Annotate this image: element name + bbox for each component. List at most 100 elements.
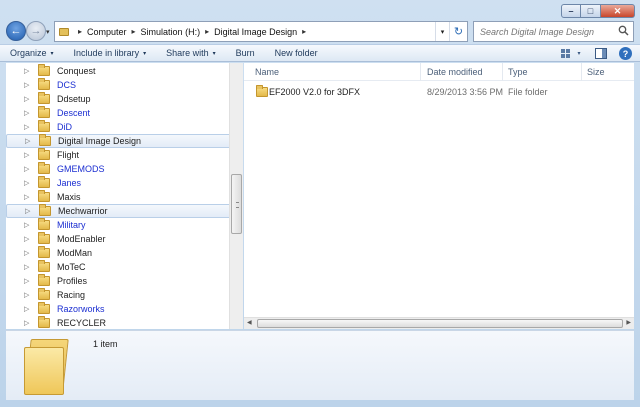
nav-tree-item[interactable]: ▷ GMEMODS (6, 162, 232, 176)
file-list-pane: Name Date modified Type Size EF2000 V2.0… (244, 63, 634, 329)
horizontal-scrollbar[interactable]: ◀ ▶ (244, 317, 634, 329)
nav-tree-item[interactable]: ▷ MoTeC (6, 260, 232, 274)
include-in-library-menu[interactable]: Include in library ▾ (74, 48, 147, 58)
breadcrumb-separator[interactable]: ▸ (78, 27, 82, 36)
navigation-scrollbar[interactable] (229, 63, 243, 329)
expand-arrow-icon[interactable]: ▷ (24, 263, 34, 271)
nav-tree-item[interactable]: ▷ DiD (6, 120, 232, 134)
scrollbar-thumb[interactable] (257, 319, 623, 328)
close-button[interactable]: ✕ (601, 4, 635, 18)
folder-icon (38, 120, 50, 132)
folder-icon (39, 134, 51, 146)
nav-tree-item[interactable]: ▷ RECYCLER (6, 316, 232, 329)
breadcrumb-current-folder[interactable]: Digital Image Design (214, 27, 297, 37)
preview-pane-icon[interactable] (593, 47, 609, 60)
nav-tree-item[interactable]: ▷ Razorworks (6, 302, 232, 316)
view-options-dropdown[interactable]: ▾ (575, 47, 583, 60)
breadcrumb-separator[interactable]: ▸ (302, 27, 306, 36)
nav-tree-item[interactable]: ▷ Conquest (6, 64, 232, 78)
expand-arrow-icon[interactable]: ▷ (24, 179, 34, 187)
expand-arrow-icon[interactable]: ▷ (24, 291, 34, 299)
breadcrumb-computer[interactable]: Computer (87, 27, 127, 37)
column-header-size[interactable]: Size (587, 67, 605, 77)
folder-icon (38, 260, 50, 272)
address-bar[interactable]: ▸ Computer ▸ Simulation (H:) ▸ Digital I… (54, 21, 468, 42)
scrollbar-thumb[interactable] (231, 174, 242, 234)
expand-arrow-icon[interactable]: ▷ (24, 319, 34, 327)
scroll-right-icon[interactable]: ▶ (626, 319, 631, 326)
forward-button[interactable]: → (26, 21, 46, 41)
nav-tree-item[interactable]: ▷ Digital Image Design (6, 134, 232, 148)
expand-arrow-icon[interactable]: ▷ (24, 109, 34, 117)
expand-arrow-icon[interactable]: ▷ (25, 137, 35, 145)
nav-tree-item-label: Flight (57, 150, 80, 160)
breadcrumb-drive[interactable]: Simulation (H:) (141, 27, 201, 37)
expand-arrow-icon[interactable]: ▷ (24, 235, 34, 243)
nav-tree-item-label: Maxis (57, 192, 81, 202)
search-box[interactable] (473, 21, 634, 42)
nav-tree-item[interactable]: ▷ Janes (6, 176, 232, 190)
change-view-icon[interactable] (557, 47, 573, 60)
nav-tree-item-label: Janes (57, 178, 82, 188)
maximize-button[interactable]: □ (581, 4, 601, 18)
column-header-type[interactable]: Type (508, 67, 528, 77)
folder-icon (38, 274, 50, 286)
nav-tree-item[interactable]: ▷ Profiles (6, 274, 232, 288)
expand-arrow-icon[interactable]: ▷ (25, 207, 35, 215)
file-row[interactable]: EF2000 V2.0 for 3DFX 8/29/2013 3:56 PM F… (252, 85, 632, 99)
expand-arrow-icon[interactable]: ▷ (24, 67, 34, 75)
burn-button[interactable]: Burn (236, 48, 255, 58)
file-type: File folder (508, 87, 548, 97)
address-history-dropdown[interactable]: ▾ (435, 22, 449, 41)
recent-pages-dropdown[interactable]: ▾ (46, 28, 50, 36)
nav-tree-item[interactable]: ▷ Flight (6, 148, 232, 162)
help-icon[interactable]: ? (619, 47, 632, 60)
expand-arrow-icon[interactable]: ▷ (24, 277, 34, 285)
nav-tree-item[interactable]: ▷ Military (6, 218, 232, 232)
nav-tree-item-label: Razorworks (57, 304, 105, 314)
expand-arrow-icon[interactable]: ▷ (24, 249, 34, 257)
file-name: EF2000 V2.0 for 3DFX (269, 87, 361, 97)
folder-icon (22, 339, 70, 395)
folder-icon (38, 190, 50, 202)
nav-tree-item-label: Mechwarrior (58, 206, 108, 216)
nav-tree-item[interactable]: ▷ Ddsetup (6, 92, 232, 106)
expand-arrow-icon[interactable]: ▷ (24, 95, 34, 103)
chevron-down-icon: ▾ (143, 50, 147, 57)
nav-tree-item[interactable]: ▷ Maxis (6, 190, 232, 204)
expand-arrow-icon[interactable]: ▷ (24, 305, 34, 313)
nav-tree-item-label: Descent (57, 108, 91, 118)
breadcrumb-separator[interactable]: ▸ (132, 27, 136, 36)
nav-tree-item[interactable]: ▷ Racing (6, 288, 232, 302)
nav-tree-item[interactable]: ▷ ModEnabler (6, 232, 232, 246)
search-input[interactable] (480, 26, 615, 37)
expand-arrow-icon[interactable]: ▷ (24, 221, 34, 229)
scroll-left-icon[interactable]: ◀ (247, 319, 252, 326)
search-icon[interactable] (618, 25, 629, 39)
minimize-button[interactable]: – (561, 4, 581, 18)
column-header-name[interactable]: Name (255, 67, 279, 77)
expand-arrow-icon[interactable]: ▷ (24, 193, 34, 201)
folder-icon (38, 176, 50, 188)
expand-arrow-icon[interactable]: ▷ (24, 123, 34, 131)
nav-tree-item-label: RECYCLER (57, 318, 107, 328)
back-button[interactable]: ← (6, 21, 26, 41)
expand-arrow-icon[interactable]: ▷ (24, 81, 34, 89)
breadcrumb-separator[interactable]: ▸ (205, 27, 209, 36)
folder-icon (38, 218, 50, 230)
column-header-date-modified[interactable]: Date modified (427, 67, 483, 77)
folder-icon (39, 204, 51, 216)
expand-arrow-icon[interactable]: ▷ (24, 165, 34, 173)
expand-arrow-icon[interactable]: ▷ (24, 151, 34, 159)
nav-tree-item[interactable]: ▷ DCS (6, 78, 232, 92)
nav-tree-item-label: Digital Image Design (58, 136, 142, 146)
command-bar: Organize ▾ Include in library ▾ Share wi… (0, 44, 640, 62)
share-with-menu[interactable]: Share with ▾ (166, 48, 216, 58)
organize-menu[interactable]: Organize ▾ (10, 48, 54, 58)
new-folder-button[interactable]: New folder (275, 48, 318, 58)
nav-tree-item[interactable]: ▷ Mechwarrior (6, 204, 232, 218)
nav-tree-item[interactable]: ▷ ModMan (6, 246, 232, 260)
share-with-label: Share with (166, 48, 209, 58)
nav-tree-item[interactable]: ▷ Descent (6, 106, 232, 120)
refresh-icon[interactable]: ↻ (449, 22, 467, 41)
